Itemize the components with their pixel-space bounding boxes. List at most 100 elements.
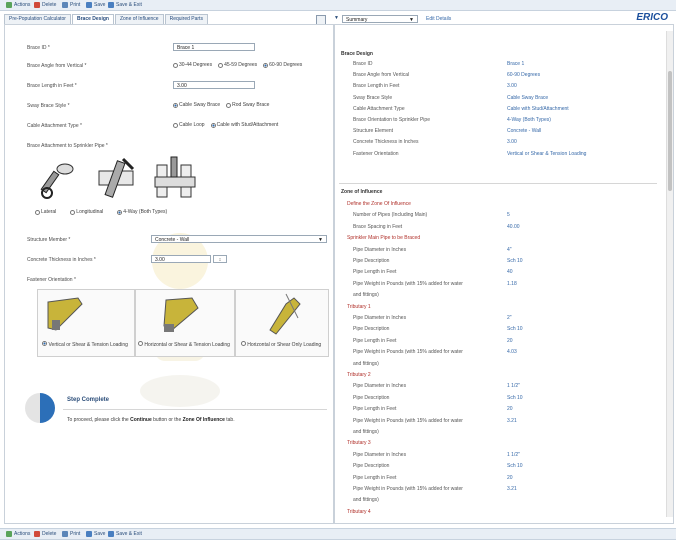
summary-row-value: 20 xyxy=(507,406,513,413)
save-exit-icon xyxy=(108,531,114,537)
top-toolbar: Actions Delete Print Save Save & Exit xyxy=(0,0,676,11)
actions-button[interactable]: Actions xyxy=(6,1,30,9)
print-icon xyxy=(62,2,68,8)
print-icon xyxy=(62,531,68,537)
summary-row-label: Concrete Thickness in Inches xyxy=(353,139,419,146)
fastener-vertical-icon xyxy=(47,297,83,331)
thickness-label: Concrete Thickness in Inches * xyxy=(27,257,96,263)
lateral-clamp-image xyxy=(35,157,81,203)
clamp-option-four-way[interactable]: 4-Way (Both Types) xyxy=(117,209,167,215)
summary-row-label: Pipe Length in Feet xyxy=(353,337,397,344)
tab-brace-design[interactable]: Brace Design xyxy=(71,14,114,24)
save-exit-button-bottom[interactable]: Save & Exit xyxy=(108,530,142,538)
save-exit-button[interactable]: Save & Exit xyxy=(108,1,142,9)
angle-option-60[interactable]: 60-90 Degrees xyxy=(263,62,302,68)
angle-option-45[interactable]: 45-59 Degrees xyxy=(218,62,257,68)
structure-label: Structure Member * xyxy=(27,237,71,243)
style-label: Sway Brace Style * xyxy=(27,103,70,109)
thickness-input[interactable]: 3.00 xyxy=(151,255,211,263)
summary-row-value: 40 xyxy=(507,269,513,276)
summary-row-value: 60-90 Degrees xyxy=(507,72,541,79)
summary-row-label: Pipe Diameter in Inches xyxy=(353,383,407,390)
summary-row-label: Cable Attachment Type xyxy=(353,105,405,112)
structure-select[interactable]: Concrete - Wall ▼ xyxy=(151,235,327,243)
summary-row-value: 20 xyxy=(507,337,513,344)
summary-row-label: Pipe Description xyxy=(353,258,390,264)
summary-row-label: Sprinkler Main Pipe to be Braced xyxy=(347,235,421,242)
summary-select[interactable]: Summary ▼ xyxy=(342,15,418,23)
four-way-clamp-icon xyxy=(154,156,196,198)
summary-row-value: 1 1/2" xyxy=(507,383,520,390)
summary-row-label: Pipe Weight in Pounds (with 15% added fo… xyxy=(353,349,463,356)
save-button-bottom[interactable]: Save xyxy=(86,530,105,538)
summary-row-label: Brace ID xyxy=(353,61,373,67)
delete-button[interactable]: Delete xyxy=(34,1,56,9)
brace-summary-title: Brace Design xyxy=(341,51,373,57)
summary-row-value: Concrete - Wall xyxy=(507,128,542,135)
summary-row-label: Pipe Weight in Pounds (with 15% added fo… xyxy=(353,417,463,424)
summary-dropdown-chevron-icon[interactable]: ▼ xyxy=(334,15,339,21)
summary-header: ▼ Summary ▼ Edit Details ERICO xyxy=(334,12,672,24)
print-button-bottom[interactable]: Print xyxy=(62,530,80,538)
summary-row-label: Pipe Weight in Pounds (with 15% added fo… xyxy=(353,280,463,287)
summary-row-value: Sch 10 xyxy=(507,326,523,333)
delete-icon xyxy=(34,2,40,8)
style-radio-group: Cable Sway Brace Rod Sway Brace xyxy=(173,102,269,108)
step-instructions: To proceed, please click the Continue bu… xyxy=(67,417,235,423)
save-icon xyxy=(86,2,92,8)
summary-row-label: Pipe Diameter in Inches xyxy=(353,451,407,458)
summary-row-label: Pipe Diameter in Inches xyxy=(353,315,407,321)
delete-button-bottom[interactable]: Delete xyxy=(34,530,56,538)
continue-link[interactable]: Continue xyxy=(130,417,152,423)
attachment-option-loop[interactable]: Cable Loop xyxy=(173,122,205,128)
actions-button-bottom[interactable]: Actions xyxy=(6,530,30,538)
brace-id-input[interactable]: Brace 1 xyxy=(173,43,255,51)
sprinkler-label: Brace Attachment to Sprinkler Pipe * xyxy=(27,143,108,149)
summary-row-label: Tributary 2 xyxy=(347,372,371,378)
fastener-option-horizontal-tension[interactable]: Horizontal or Shear & Tension Loading xyxy=(135,341,233,348)
thickness-stepper[interactable]: ↕ xyxy=(213,255,227,263)
angle-option-30[interactable]: 30-44 Degrees xyxy=(173,62,212,68)
brace-id-label: Brace ID * xyxy=(27,45,50,51)
zone-link[interactable]: Zone Of Influence xyxy=(183,417,225,423)
summary-row-value: Cable with Stud/Attachment xyxy=(507,105,569,112)
length-input[interactable]: 3.00 xyxy=(173,81,255,89)
save-button[interactable]: Save xyxy=(86,1,105,9)
lateral-clamp-icon xyxy=(40,163,74,199)
tab-required-parts[interactable]: Required Parts xyxy=(164,14,208,24)
brand-logo: ERICO xyxy=(636,12,668,23)
clamp-radio-group: Lateral Longitudinal 4-Way (Both Types) xyxy=(35,209,167,215)
summary-row-value: 4.03 xyxy=(507,349,517,356)
style-option-rod[interactable]: Rod Sway Brace xyxy=(226,102,269,108)
summary-row-label: and fittings) xyxy=(353,292,379,299)
attachment-label: Cable Attachment Type * xyxy=(27,123,82,129)
fastener-option-horizontal-shear[interactable]: Horizontal or Shear Only Loading xyxy=(235,341,327,348)
brace-design-panel: Brace ID * Brace 1 Brace Angle from Vert… xyxy=(4,24,334,524)
summary-row-label: Tributary 3 xyxy=(347,440,371,447)
summary-row-value: 4-Way (Both Types) xyxy=(507,117,551,123)
tab-pre-population[interactable]: Pre-Population Calculator xyxy=(4,14,71,24)
length-label: Brace Length in Feet * xyxy=(27,83,77,89)
clamp-option-lateral[interactable]: Lateral xyxy=(35,209,56,215)
clamp-option-longitudinal[interactable]: Longitudinal xyxy=(70,209,103,215)
print-button[interactable]: Print xyxy=(62,1,80,9)
step-divider xyxy=(63,409,327,410)
style-option-cable[interactable]: Cable Sway Brace xyxy=(173,102,220,108)
tab-zone-of-influence[interactable]: Zone of Influence xyxy=(114,14,164,24)
summary-row-value: 20 xyxy=(507,474,513,481)
edit-details-link[interactable]: Edit Details xyxy=(426,16,451,22)
summary-row-value: 2" xyxy=(507,315,512,321)
summary-row-label: Sway Brace Style xyxy=(353,94,393,101)
summary-row-label: Tributary 4 xyxy=(347,508,371,515)
fastener-option-vertical[interactable]: Vertical or Shear & Tension Loading xyxy=(37,341,133,348)
summary-panel: Brace Design Brace ID Brace 1 Brace Angle … xyxy=(334,24,674,524)
summary-row-label: Pipe Weight in Pounds (with 15% added fo… xyxy=(353,486,463,492)
summary-row-value: 3.21 xyxy=(507,417,517,424)
summary-row-value: 5 xyxy=(507,212,510,219)
summary-row-value: Cable Sway Brace xyxy=(507,94,549,101)
attachment-option-stud[interactable]: Cable with Stud/Attachment xyxy=(210,122,278,128)
chevron-down-icon: ▼ xyxy=(318,237,323,243)
scrollbar-thumb[interactable] xyxy=(668,71,672,191)
summary-scrollbar[interactable] xyxy=(666,31,673,517)
summary-row-value: 1.18 xyxy=(507,280,517,287)
